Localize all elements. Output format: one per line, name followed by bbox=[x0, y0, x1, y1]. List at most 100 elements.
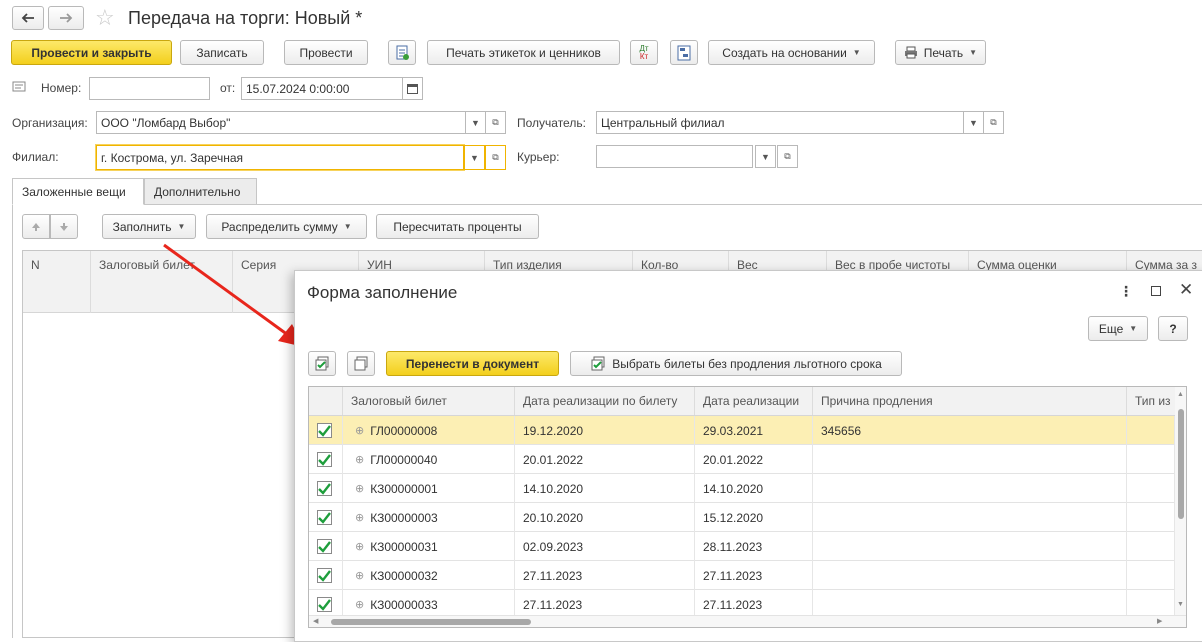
vertical-scroll-thumb[interactable] bbox=[1178, 409, 1184, 519]
table-row[interactable]: ⊕ ГЛ00000008 19.12.2020 29.03.2021 345656 bbox=[309, 416, 1175, 445]
dropdown-icon: ▼ bbox=[969, 48, 977, 57]
expand-icon[interactable]: ⊕ bbox=[355, 511, 364, 524]
branch-dropdown[interactable]: ▼ bbox=[464, 145, 485, 170]
col-extension-reason[interactable]: Причина продления bbox=[813, 387, 1127, 415]
recipient-label: Получатель: bbox=[517, 116, 586, 130]
organization-dropdown[interactable]: ▼ bbox=[465, 111, 486, 134]
branch-field[interactable]: г. Кострома, ул. Заречная bbox=[96, 145, 464, 170]
document-print-button[interactable] bbox=[388, 40, 416, 65]
recipient-field[interactable]: Центральный филиал bbox=[596, 111, 964, 134]
number-label: Номер: bbox=[41, 81, 82, 95]
extension-reason-cell bbox=[813, 561, 1127, 590]
checkmark-icon bbox=[318, 453, 331, 466]
recipient-open-button[interactable]: ⧉ bbox=[983, 111, 1004, 134]
favorite-star-icon[interactable]: ☆ bbox=[95, 7, 115, 29]
ticket-sale-date-cell-text: 20.01.2022 bbox=[523, 452, 584, 467]
dt-kt-icon: Дт Кт bbox=[639, 43, 649, 61]
calendar-icon bbox=[407, 84, 418, 94]
row-checkbox-cell bbox=[309, 445, 343, 474]
print-button[interactable]: Печать ▼ bbox=[895, 40, 986, 65]
recipient-dropdown[interactable]: ▼ bbox=[963, 111, 984, 134]
branch-label: Филиал: bbox=[12, 150, 59, 164]
courier-field[interactable] bbox=[596, 145, 753, 168]
row-checkbox[interactable] bbox=[317, 481, 332, 496]
expand-icon[interactable]: ⊕ bbox=[355, 453, 364, 466]
check-all-button[interactable] bbox=[308, 351, 336, 376]
type-cell bbox=[1127, 561, 1175, 590]
extension-reason-cell bbox=[813, 532, 1127, 561]
col-n[interactable]: N bbox=[23, 251, 91, 313]
row-checkbox[interactable] bbox=[317, 510, 332, 525]
calendar-button[interactable] bbox=[402, 77, 423, 100]
row-checkbox[interactable] bbox=[317, 597, 332, 612]
ticket-cell: ⊕ ГЛ00000008 bbox=[343, 416, 515, 445]
col-type[interactable]: Тип из bbox=[1127, 387, 1175, 415]
arrow-right-icon bbox=[60, 13, 73, 23]
structure-button[interactable] bbox=[670, 40, 698, 65]
date-field[interactable]: 15.07.2024 0:00:00 bbox=[241, 77, 403, 100]
forward-button[interactable] bbox=[48, 6, 84, 30]
table-row[interactable]: ⊕ ГЛ00000040 20.01.2022 20.01.2022 bbox=[309, 445, 1175, 474]
col-ticket-sale-date[interactable]: Дата реализации по билету bbox=[515, 387, 695, 415]
table-row[interactable]: ⊕ КЗ00000032 27.11.2023 27.11.2023 bbox=[309, 561, 1175, 590]
row-checkbox[interactable] bbox=[317, 423, 332, 438]
ticket-sale-date-cell-text: 20.10.2020 bbox=[523, 510, 584, 525]
col-sale-date[interactable]: Дата реализации bbox=[695, 387, 813, 415]
back-button[interactable] bbox=[12, 6, 44, 30]
dialog-title: Форма заполнение bbox=[307, 283, 458, 302]
vertical-scrollbar[interactable]: ▲ ▼ bbox=[1175, 387, 1186, 615]
recalculate-interest-button[interactable]: Пересчитать проценты bbox=[376, 214, 539, 239]
scroll-up-icon[interactable]: ▲ bbox=[1177, 391, 1184, 398]
more-button[interactable]: Еще ▼ bbox=[1088, 316, 1148, 341]
expand-icon[interactable]: ⊕ bbox=[355, 424, 364, 437]
print-labels-button[interactable]: Печать этикеток и ценников bbox=[427, 40, 620, 65]
tab-pledged-items[interactable]: Заложенные вещи bbox=[12, 178, 144, 205]
number-field[interactable] bbox=[89, 77, 210, 100]
more-options-icon[interactable]: ⋮ bbox=[1119, 283, 1133, 300]
organization-open-button[interactable]: ⧉ bbox=[485, 111, 506, 134]
transfer-to-document-button[interactable]: Перенести в документ bbox=[386, 351, 559, 376]
help-button[interactable]: ? bbox=[1158, 316, 1188, 341]
post-and-close-button[interactable]: Провести и закрыть bbox=[11, 40, 172, 65]
uncheck-all-button[interactable] bbox=[347, 351, 375, 376]
courier-open-button[interactable]: ⧉ bbox=[777, 145, 798, 168]
table-row[interactable]: ⊕ КЗ00000001 14.10.2020 14.10.2020 bbox=[309, 474, 1175, 503]
tickets-grid[interactable]: Залоговый билет Дата реализации по билет… bbox=[308, 386, 1187, 628]
dropdown-icon: ▼ bbox=[343, 222, 352, 231]
scroll-right-icon[interactable]: ▶ bbox=[1157, 617, 1162, 625]
row-checkbox-cell bbox=[309, 503, 343, 532]
expand-icon[interactable]: ⊕ bbox=[355, 540, 364, 553]
ticket-sale-date-cell: 19.12.2020 bbox=[515, 416, 695, 445]
table-row[interactable]: ⊕ КЗ00000031 02.09.2023 28.11.2023 bbox=[309, 532, 1175, 561]
comment-icon[interactable] bbox=[12, 81, 26, 96]
expand-icon[interactable]: ⊕ bbox=[355, 482, 364, 495]
expand-icon[interactable]: ⊕ bbox=[355, 598, 364, 611]
horizontal-scrollbar[interactable]: ◀ ▶ bbox=[309, 615, 1186, 627]
close-icon[interactable]: ✕ bbox=[1179, 280, 1193, 300]
select-tickets-button[interactable]: Выбрать билеты без продления льготного с… bbox=[570, 351, 902, 376]
branch-open-button[interactable]: ⧉ bbox=[485, 145, 506, 170]
maximize-icon[interactable] bbox=[1151, 286, 1161, 296]
horizontal-scroll-thumb[interactable] bbox=[331, 619, 531, 625]
col-pledge-ticket[interactable]: Залоговый билет bbox=[343, 387, 515, 415]
scroll-down-icon[interactable]: ▼ bbox=[1177, 601, 1184, 608]
scroll-left-icon[interactable]: ◀ bbox=[313, 617, 318, 625]
tab-additional[interactable]: Дополнительно bbox=[144, 178, 257, 205]
save-button[interactable]: Записать bbox=[180, 40, 264, 65]
courier-dropdown[interactable]: ▼ bbox=[755, 145, 776, 168]
sale-date-cell-text: 14.10.2020 bbox=[703, 481, 764, 496]
dt-kt-button[interactable]: Дт Кт bbox=[630, 40, 658, 65]
post-button[interactable]: Провести bbox=[284, 40, 368, 65]
checkmark-icon bbox=[318, 482, 331, 495]
expand-icon[interactable]: ⊕ bbox=[355, 569, 364, 582]
move-up-button[interactable] bbox=[22, 214, 50, 239]
row-checkbox[interactable] bbox=[317, 539, 332, 554]
organization-field[interactable]: ООО "Ломбард Выбор" bbox=[96, 111, 466, 134]
create-based-on-button[interactable]: Создать на основании ▼ bbox=[708, 40, 875, 65]
row-checkbox[interactable] bbox=[317, 452, 332, 467]
checkmark-icon bbox=[318, 569, 331, 582]
row-checkbox[interactable] bbox=[317, 568, 332, 583]
table-row[interactable]: ⊕ КЗ00000003 20.10.2020 15.12.2020 bbox=[309, 503, 1175, 532]
move-down-button[interactable] bbox=[50, 214, 78, 239]
ticket-cell-text: ГЛ00000040 bbox=[370, 452, 438, 467]
